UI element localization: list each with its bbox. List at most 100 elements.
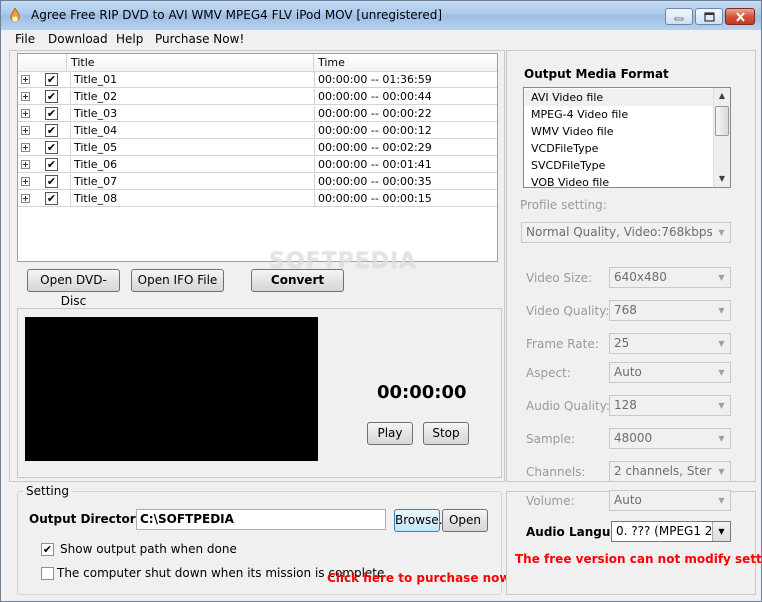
param-select[interactable]: 128 ▼ — [609, 395, 731, 416]
row-time: 00:00:00 -- 00:00:35 — [314, 174, 497, 189]
menu-file[interactable]: File — [15, 32, 35, 46]
param-label: Aspect: — [526, 366, 571, 380]
param-select[interactable]: 25 ▼ — [609, 333, 731, 354]
profile-select[interactable]: Normal Quality, Video:768kbps, A ▼ — [521, 222, 731, 243]
scroll-thumb[interactable] — [715, 106, 729, 136]
table-row[interactable]: ✔ Title_02 00:00:00 -- 00:00:44 — [18, 88, 497, 105]
chevron-down-icon: ▼ — [713, 462, 730, 481]
maximize-icon — [703, 11, 715, 22]
row-checkbox[interactable]: ✔ — [45, 141, 58, 154]
expand-icon[interactable] — [21, 75, 30, 84]
open-dvd-disc-button[interactable]: Open DVD-Disc — [27, 269, 120, 308]
param-label: Video Size: — [526, 271, 593, 285]
list-item[interactable]: VCDFileType — [525, 140, 713, 157]
output-directory-label: Output Directory: — [29, 512, 149, 526]
stop-button[interactable]: Stop — [423, 422, 469, 445]
shutdown-checkbox[interactable] — [41, 567, 54, 580]
row-time: 00:00:00 -- 00:02:29 — [314, 140, 497, 155]
expand-icon[interactable] — [21, 92, 30, 101]
show-output-path-checkbox[interactable]: ✔ — [41, 543, 54, 556]
param-select-value: 48000 — [614, 431, 653, 445]
title-bar[interactable]: Agree Free RIP DVD to AVI WMV MPEG4 FLV … — [1, 1, 761, 31]
minimize-icon — [674, 17, 684, 20]
table-row[interactable]: ✔ Title_03 00:00:00 -- 00:00:22 — [18, 105, 497, 122]
free-version-notice: The free version can not modify settings… — [515, 552, 762, 566]
expand-icon[interactable] — [21, 194, 30, 203]
param-select[interactable]: 640x480 ▼ — [609, 267, 731, 288]
param-select[interactable]: 2 channels, Stere ▼ — [609, 461, 731, 482]
close-icon — [735, 11, 745, 22]
param-select[interactable]: Auto ▼ — [609, 490, 731, 511]
table-row[interactable]: ✔ Title_05 00:00:00 -- 00:02:29 — [18, 139, 497, 156]
header-spacer — [18, 54, 67, 71]
menu-download[interactable]: Download — [48, 32, 108, 46]
param-select-value: Auto — [614, 493, 642, 507]
param-label: Frame Rate: — [526, 337, 599, 351]
table-row[interactable]: ✔ Title_01 00:00:00 -- 01:36:59 — [18, 71, 497, 88]
row-time: 00:00:00 -- 00:00:12 — [314, 123, 497, 138]
browse-button[interactable]: Browse.. — [394, 509, 446, 532]
list-item[interactable]: SVCDFileType — [525, 157, 713, 174]
titles-list-header: Title Time — [18, 54, 497, 72]
param-select[interactable]: 768 ▼ — [609, 300, 731, 321]
purchase-link[interactable]: Click here to purchase now! — [327, 571, 516, 585]
row-checkbox[interactable]: ✔ — [45, 158, 58, 171]
param-select-value: 640x480 — [614, 270, 667, 284]
expand-icon[interactable] — [21, 143, 30, 152]
row-checkbox[interactable]: ✔ — [45, 90, 58, 103]
param-label: Volume: — [526, 494, 575, 508]
video-preview — [25, 317, 318, 461]
scroll-down-icon[interactable]: ▼ — [714, 171, 730, 187]
output-directory-input[interactable]: C:\SOFTPEDIA — [136, 509, 386, 530]
expand-icon[interactable] — [21, 160, 30, 169]
row-title: Title_05 — [70, 140, 310, 155]
param-select[interactable]: 48000 ▼ — [609, 428, 731, 449]
list-item[interactable]: MPEG-4 Video file — [525, 106, 713, 123]
row-time: 00:00:00 -- 00:00:22 — [314, 106, 497, 121]
row-title: Title_02 — [70, 89, 310, 104]
format-scrollbar[interactable]: ▲ ▼ — [713, 88, 730, 187]
param-select-value: 768 — [614, 303, 637, 317]
menu-help[interactable]: Help — [116, 32, 143, 46]
show-output-path-label: Show output path when done — [60, 542, 237, 556]
row-title: Title_03 — [70, 106, 310, 121]
expand-icon[interactable] — [21, 177, 30, 186]
row-checkbox[interactable]: ✔ — [45, 124, 58, 137]
chevron-down-icon: ▼ — [712, 522, 730, 541]
list-item[interactable]: VOB Video file — [525, 174, 713, 187]
audio-language-select[interactable]: 0. ??? (MPEG1 2 ▼ — [611, 521, 731, 542]
profile-select-value: Normal Quality, Video:768kbps, A — [526, 225, 712, 239]
minimize-button[interactable] — [665, 8, 693, 25]
open-directory-button[interactable]: Open — [442, 509, 488, 532]
row-time: 00:00:00 -- 00:01:41 — [314, 157, 497, 172]
play-button[interactable]: Play — [367, 422, 413, 445]
param-label: Channels: — [526, 465, 586, 479]
column-header-time[interactable]: Time — [314, 54, 497, 71]
row-checkbox[interactable]: ✔ — [45, 192, 58, 205]
row-checkbox[interactable]: ✔ — [45, 107, 58, 120]
maximize-button[interactable] — [695, 8, 723, 25]
menu-purchase-now[interactable]: Purchase Now! — [155, 32, 244, 46]
output-format-listbox[interactable]: AVI Video file MPEG-4 Video file WMV Video… — [523, 87, 731, 188]
open-ifo-file-button[interactable]: Open IFO File — [131, 269, 224, 292]
row-time: 00:00:00 -- 00:00:15 — [314, 191, 497, 206]
table-row[interactable]: ✔ Title_04 00:00:00 -- 00:00:12 — [18, 122, 497, 139]
close-button[interactable] — [725, 8, 755, 25]
table-row[interactable]: ✔ Title_06 00:00:00 -- 00:01:41 — [18, 156, 497, 173]
list-item[interactable]: WMV Video file — [525, 123, 713, 140]
scroll-up-icon[interactable]: ▲ — [714, 88, 730, 104]
output-format-heading: Output Media Format — [524, 67, 669, 81]
column-header-title[interactable]: Title — [67, 54, 314, 71]
table-row[interactable]: ✔ Title_07 00:00:00 -- 00:00:35 — [18, 173, 497, 190]
table-row[interactable]: ✔ Title_08 00:00:00 -- 00:00:15 — [18, 190, 497, 207]
chevron-down-icon: ▼ — [713, 363, 730, 382]
list-item[interactable]: AVI Video file — [525, 89, 713, 106]
titles-list[interactable]: Title Time ✔ Title_01 00:00:00 -- 01:36:59… — [17, 53, 498, 262]
expand-icon[interactable] — [21, 109, 30, 118]
window-title: Agree Free RIP DVD to AVI WMV MPEG4 FLV … — [31, 8, 443, 22]
row-checkbox[interactable]: ✔ — [45, 73, 58, 86]
expand-icon[interactable] — [21, 126, 30, 135]
param-select-value: 128 — [614, 398, 637, 412]
row-checkbox[interactable]: ✔ — [45, 175, 58, 188]
param-select[interactable]: Auto ▼ — [609, 362, 731, 383]
